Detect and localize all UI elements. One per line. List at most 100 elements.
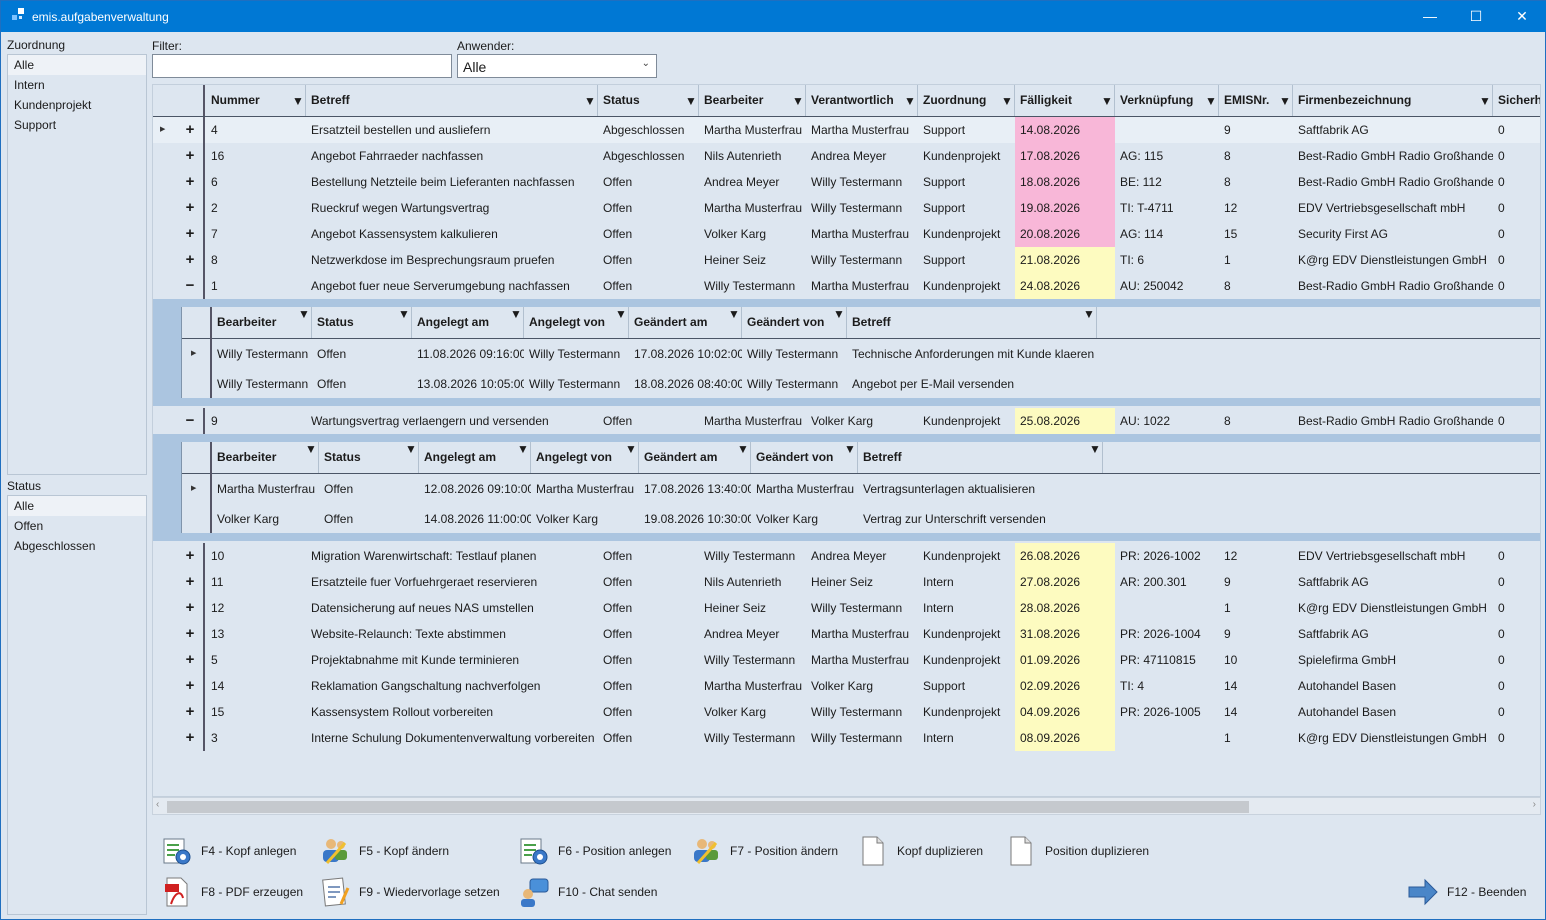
- filter-icon[interactable]: ▼: [1101, 94, 1113, 108]
- scroll-left-icon[interactable]: ‹: [156, 799, 159, 810]
- expand-toggle-icon[interactable]: +: [182, 543, 198, 569]
- scroll-thumb[interactable]: [167, 801, 1249, 813]
- table-row[interactable]: +15 Kassensystem Rollout vorbereiten Offen…: [153, 699, 1540, 725]
- table-row[interactable]: +6 Bestellung Netzteile beim Lieferanten …: [153, 169, 1540, 195]
- expand-toggle-icon[interactable]: +: [182, 169, 198, 195]
- kopf-anlegen-button[interactable]: F4 - Kopf anlegen: [161, 835, 301, 869]
- filter-icon[interactable]: ▼: [1001, 94, 1013, 108]
- filter-icon[interactable]: ▼: [685, 94, 697, 108]
- filter-icon[interactable]: ▼: [1083, 307, 1095, 321]
- filter-icon[interactable]: ▼: [405, 442, 417, 456]
- detail-column-header[interactable]: Geändert am: [639, 442, 751, 473]
- filter-icon[interactable]: ▼: [292, 94, 304, 108]
- expand-toggle-icon[interactable]: +: [182, 621, 198, 647]
- detail-column-header[interactable]: Bearbeiter: [212, 442, 319, 473]
- detail-grid[interactable]: Bearbeiter ▼ Status ▼ Angelegt am ▼ Angelegt v…: [181, 307, 1540, 399]
- table-row[interactable]: +10 Migration Warenwirtschaft: Testlauf p…: [153, 543, 1540, 569]
- expand-toggle-icon[interactable]: +: [182, 247, 198, 273]
- column-header[interactable]: Firmenbezeichnung: [1293, 85, 1493, 116]
- detail-row[interactable]: Willy Testermann Offen 13.08.2026 10:05:00…: [182, 369, 1540, 399]
- table-row[interactable]: +2 Rueckruf wegen Wartungsvertrag Offen Mar…: [153, 195, 1540, 221]
- detail-row[interactable]: ▶ Willy Testermann Offen 11.08.2026 09:16:0…: [182, 339, 1540, 369]
- scroll-right-icon[interactable]: ›: [1533, 799, 1536, 810]
- filter-icon[interactable]: ▼: [833, 307, 845, 321]
- filter-icon[interactable]: ▼: [517, 442, 529, 456]
- table-row[interactable]: +8 Netzwerkdose im Besprechungsraum pruef…: [153, 247, 1540, 273]
- table-row[interactable]: −9 Wartungsvertrag verlaengern und versen…: [153, 408, 1540, 434]
- column-header[interactable]: Betreff: [306, 85, 598, 116]
- filter-icon[interactable]: ▼: [298, 307, 310, 321]
- table-row[interactable]: +11 Ersatzteile fuer Vorfuehrgeraet reser…: [153, 569, 1540, 595]
- zuordnung-item[interactable]: Support: [8, 115, 146, 135]
- expand-toggle-icon[interactable]: +: [182, 673, 198, 699]
- maximize-button[interactable]: ☐: [1453, 1, 1499, 32]
- expand-toggle-icon[interactable]: +: [182, 569, 198, 595]
- filter-icon[interactable]: ▼: [904, 94, 916, 108]
- filter-input[interactable]: [152, 54, 452, 78]
- expand-toggle-icon[interactable]: +: [182, 143, 198, 169]
- filter-icon[interactable]: ▼: [584, 94, 596, 108]
- horizontal-scrollbar[interactable]: ‹ ›: [152, 797, 1541, 815]
- expand-toggle-icon[interactable]: +: [182, 725, 198, 751]
- zuordnung-item[interactable]: Intern: [8, 75, 146, 95]
- detail-column-header[interactable]: Angelegt am: [419, 442, 531, 473]
- table-row[interactable]: ▶ +4 Ersatzteil bestellen und ausliefern Ab…: [153, 117, 1540, 143]
- column-header[interactable]: Fälligkeit: [1015, 85, 1115, 116]
- expand-toggle-icon[interactable]: −: [182, 408, 198, 434]
- table-row[interactable]: +12 Datensicherung auf neues NAS umstelle…: [153, 595, 1540, 621]
- expand-toggle-icon[interactable]: +: [182, 699, 198, 725]
- filter-icon[interactable]: ▼: [737, 442, 749, 456]
- filter-icon[interactable]: ▼: [1089, 442, 1101, 456]
- kopf-duplizieren-button[interactable]: Kopf duplizieren: [857, 835, 987, 869]
- filter-icon[interactable]: ▼: [398, 307, 410, 321]
- detail-grid[interactable]: Bearbeiter ▼ Status ▼ Angelegt am ▼ Angelegt v…: [181, 442, 1540, 534]
- detail-column-header[interactable]: Geändert am: [629, 307, 742, 338]
- expand-toggle-icon[interactable]: +: [182, 195, 198, 221]
- detail-column-header[interactable]: Angelegt von: [531, 442, 639, 473]
- detail-row[interactable]: ▶ Martha Musterfrau Offen 12.08.2026 09:10:…: [182, 474, 1540, 504]
- expand-toggle-icon[interactable]: +: [182, 117, 198, 143]
- expand-toggle-icon[interactable]: +: [182, 647, 198, 673]
- chat-senden-button[interactable]: F10 - Chat senden: [518, 876, 668, 910]
- beenden-button[interactable]: F12 - Beenden: [1407, 876, 1537, 910]
- filter-icon[interactable]: ▼: [305, 442, 317, 456]
- column-header[interactable]: Nummer: [206, 85, 306, 116]
- column-header[interactable]: Bearbeiter: [699, 85, 806, 116]
- table-row[interactable]: +16 Angebot Fahrraeder nachfassen Abgeschl…: [153, 143, 1540, 169]
- detail-row[interactable]: Volker Karg Offen 14.08.2026 11:00:00 Volke…: [182, 504, 1540, 534]
- position-anlegen-button[interactable]: F6 - Position anlegen: [518, 835, 678, 869]
- expand-toggle-icon[interactable]: +: [182, 595, 198, 621]
- column-header[interactable]: Status: [598, 85, 699, 116]
- filter-icon[interactable]: ▼: [510, 307, 522, 321]
- zuordnung-item[interactable]: Kundenprojekt: [8, 95, 146, 115]
- filter-icon[interactable]: ▼: [844, 442, 856, 456]
- table-row[interactable]: −1 Angebot fuer neue Serverumgebung nachf…: [153, 273, 1540, 299]
- filter-icon[interactable]: ▼: [1205, 94, 1217, 108]
- position-aendern-button[interactable]: F7 - Position ändern: [690, 835, 840, 869]
- filter-icon[interactable]: ▼: [625, 442, 637, 456]
- zuordnung-list[interactable]: Alle Intern Kundenprojekt Support: [7, 54, 147, 475]
- status-item[interactable]: Abgeschlossen: [8, 536, 146, 556]
- filter-icon[interactable]: ▼: [615, 307, 627, 321]
- status-item[interactable]: Alle: [8, 496, 146, 516]
- anwender-select[interactable]: Alle ⌄: [457, 54, 657, 78]
- detail-column-header[interactable]: Angelegt am: [412, 307, 524, 338]
- detail-column-header[interactable]: Geändert von: [742, 307, 847, 338]
- detail-column-header[interactable]: Bearbeiter: [212, 307, 312, 338]
- filter-icon[interactable]: ▼: [1479, 94, 1491, 108]
- pdf-erzeugen-button[interactable]: F8 - PDF erzeugen: [161, 876, 303, 910]
- task-grid[interactable]: Nummer ▼ Betreff ▼ Status ▼ Bearbeiter ▼ Verantw…: [152, 84, 1541, 797]
- status-list[interactable]: Alle Offen Abgeschlossen: [7, 495, 147, 915]
- detail-column-header[interactable]: Betreff: [847, 307, 1097, 338]
- table-row[interactable]: +13 Website-Relaunch: Texte abstimmen Offe…: [153, 621, 1540, 647]
- zuordnung-item[interactable]: Alle: [8, 55, 146, 75]
- table-row[interactable]: +7 Angebot Kassensystem kalkulieren Offen V…: [153, 221, 1540, 247]
- position-duplizieren-button[interactable]: Position duplizieren: [1005, 835, 1155, 869]
- expand-toggle-icon[interactable]: −: [182, 273, 198, 299]
- column-header[interactable]: Verknüpfung: [1115, 85, 1219, 116]
- filter-icon[interactable]: ▼: [1279, 94, 1291, 108]
- status-item[interactable]: Offen: [8, 516, 146, 536]
- column-header[interactable]: Verantwortlich: [806, 85, 918, 116]
- table-row[interactable]: +3 Interne Schulung Dokumentenverwaltung …: [153, 725, 1540, 751]
- close-button[interactable]: ✕: [1499, 1, 1545, 32]
